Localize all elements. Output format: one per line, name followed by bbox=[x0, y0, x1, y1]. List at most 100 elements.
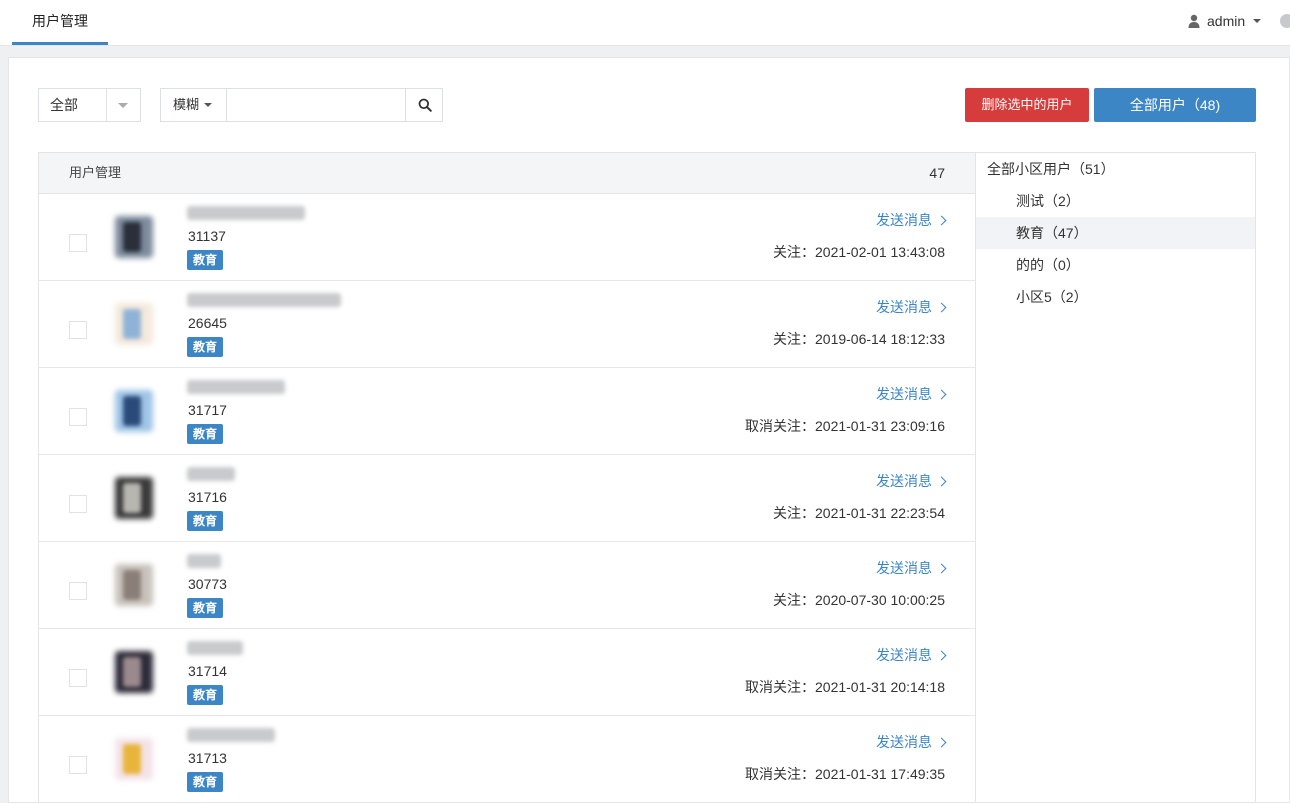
send-message-label: 发送消息 bbox=[876, 212, 932, 228]
group-tag: 教育 bbox=[187, 250, 224, 270]
nickname-blurred bbox=[187, 554, 221, 568]
chevron-down-icon bbox=[204, 103, 213, 107]
nickname-blurred bbox=[187, 641, 243, 655]
group-tag: 教育 bbox=[187, 337, 224, 357]
send-message-label: 发送消息 bbox=[876, 647, 932, 663]
nickname-blurred bbox=[187, 380, 285, 394]
nickname-blurred bbox=[187, 467, 235, 481]
avatar bbox=[109, 386, 159, 436]
user-id: 30773 bbox=[188, 576, 227, 592]
table-row: 31716 教育 发送消息关注：2021-01-31 22:23:54 bbox=[39, 455, 975, 542]
user-id: 31717 bbox=[188, 402, 227, 418]
avatar bbox=[109, 299, 159, 349]
chevron-right-icon bbox=[936, 389, 947, 399]
group-panel: 全部小区用户（51） 测试（2） 教育（47） 的的（0） 小区5（2） bbox=[975, 152, 1256, 803]
avatar-fg bbox=[123, 396, 141, 426]
send-message-link[interactable]: 发送消息 bbox=[876, 210, 947, 230]
delete-selected-button[interactable]: 删除选中的用户 bbox=[965, 88, 1089, 122]
row-checkbox[interactable] bbox=[69, 234, 87, 252]
list-count: 47 bbox=[929, 165, 945, 181]
send-message-link[interactable]: 发送消息 bbox=[876, 645, 947, 665]
user-id: 31716 bbox=[188, 489, 227, 505]
send-message-link[interactable]: 发送消息 bbox=[876, 558, 947, 578]
row-checkbox[interactable] bbox=[69, 669, 87, 687]
follow-status: 关注：2021-01-31 22:23:54 bbox=[773, 505, 945, 521]
user-id: 26645 bbox=[188, 315, 227, 331]
top-bar: 用户管理 admin bbox=[0, 0, 1290, 46]
chevron-right-icon bbox=[936, 215, 947, 225]
avatar bbox=[109, 212, 159, 262]
avatar-fg bbox=[123, 222, 141, 252]
send-message-label: 发送消息 bbox=[876, 560, 932, 576]
nickname-blurred bbox=[187, 206, 305, 220]
chevron-right-icon bbox=[936, 302, 947, 312]
row-checkbox[interactable] bbox=[69, 495, 87, 513]
chevron-down-icon bbox=[1253, 19, 1262, 23]
user-id: 31713 bbox=[188, 750, 227, 766]
scope-select-value: 全部 bbox=[50, 97, 78, 113]
avatar bbox=[109, 473, 159, 523]
avatar-fg bbox=[123, 570, 141, 600]
avatar bbox=[109, 647, 159, 697]
chevron-right-icon bbox=[936, 737, 947, 747]
group-tag: 教育 bbox=[187, 772, 224, 792]
chevron-right-icon bbox=[936, 476, 947, 486]
send-message-link[interactable]: 发送消息 bbox=[876, 471, 947, 491]
send-message-label: 发送消息 bbox=[876, 473, 932, 489]
follow-status: 关注：2019-06-14 18:12:33 bbox=[773, 331, 945, 347]
group-root[interactable]: 全部小区用户（51） bbox=[987, 160, 1115, 178]
user-rows: 31137 教育 发送消息 关注：2021-02-01 13:43:08 26645 教育… bbox=[39, 194, 975, 802]
select-divider bbox=[106, 89, 107, 121]
follow-status: 取消关注：2021-01-31 20:14:18 bbox=[745, 679, 945, 695]
send-message-link[interactable]: 发送消息 bbox=[876, 297, 947, 317]
logout-icon[interactable] bbox=[1280, 14, 1290, 28]
group-tag: 教育 bbox=[187, 598, 224, 618]
row-checkbox[interactable] bbox=[69, 408, 87, 426]
search-button[interactable] bbox=[405, 89, 443, 121]
user-menu[interactable]: admin bbox=[1187, 0, 1262, 42]
follow-status: 关注：2021-02-01 13:43:08 bbox=[773, 244, 945, 260]
tab-user-management[interactable]: 用户管理 bbox=[12, 0, 108, 45]
user-list: 用户管理 47 31137 教育 发送消息 关注：2021-02-01 13:43:0… bbox=[38, 152, 976, 803]
row-checkbox[interactable] bbox=[69, 756, 87, 774]
table-row: 31137 教育 发送消息关注：2021-02-01 13:43:08 bbox=[39, 194, 975, 281]
user-id: 31137 bbox=[188, 228, 226, 244]
match-mode-dropdown[interactable]: 模糊 bbox=[161, 89, 227, 121]
nickname-blurred bbox=[187, 728, 275, 742]
list-title: 用户管理 bbox=[69, 165, 122, 180]
chevron-right-icon bbox=[936, 650, 947, 660]
send-message-label: 发送消息 bbox=[876, 299, 932, 315]
user-name: admin bbox=[1207, 13, 1246, 29]
all-users-button[interactable]: 全部用户（48) bbox=[1094, 88, 1256, 122]
avatar bbox=[109, 560, 159, 610]
group-item[interactable]: 的的（0） bbox=[976, 249, 1255, 281]
follow-status: 取消关注：2021-01-31 23:09:16 bbox=[745, 418, 945, 434]
search-icon bbox=[418, 98, 432, 112]
table-row: 31713 教育 发送消息取消关注：2021-01-31 17:49:35 bbox=[39, 716, 975, 802]
send-message-label: 发送消息 bbox=[876, 734, 932, 750]
send-message-label: 发送消息 bbox=[876, 386, 932, 402]
avatar-fg bbox=[123, 744, 141, 774]
group-tag: 教育 bbox=[187, 424, 224, 444]
group-item[interactable]: 教育（47） bbox=[976, 217, 1255, 249]
user-icon bbox=[1188, 14, 1200, 28]
avatar-fg bbox=[123, 657, 141, 687]
search-input[interactable] bbox=[228, 89, 405, 121]
send-message-link[interactable]: 发送消息 bbox=[876, 732, 947, 752]
follow-status: 取消关注：2021-01-31 17:49:35 bbox=[745, 766, 945, 782]
row-checkbox[interactable] bbox=[69, 321, 87, 339]
group-tag: 教育 bbox=[187, 511, 224, 531]
group-item[interactable]: 测试（2） bbox=[976, 185, 1255, 217]
avatar bbox=[109, 734, 159, 784]
table-row: 30773 教育 发送消息关注：2020-07-30 10:00:25 bbox=[39, 542, 975, 629]
group-tag: 教育 bbox=[187, 685, 224, 705]
scope-select[interactable]: 全部 bbox=[38, 88, 141, 122]
table-row: 31714 教育 发送消息取消关注：2021-01-31 20:14:18 bbox=[39, 629, 975, 716]
user-id: 31714 bbox=[188, 663, 227, 679]
row-checkbox[interactable] bbox=[69, 582, 87, 600]
match-mode-label: 模糊 bbox=[173, 97, 200, 112]
group-item[interactable]: 小区5（2） bbox=[976, 281, 1255, 313]
follow-status: 关注：2020-07-30 10:00:25 bbox=[773, 592, 945, 608]
send-message-link[interactable]: 发送消息 bbox=[876, 384, 947, 404]
chevron-down-icon bbox=[118, 103, 128, 108]
